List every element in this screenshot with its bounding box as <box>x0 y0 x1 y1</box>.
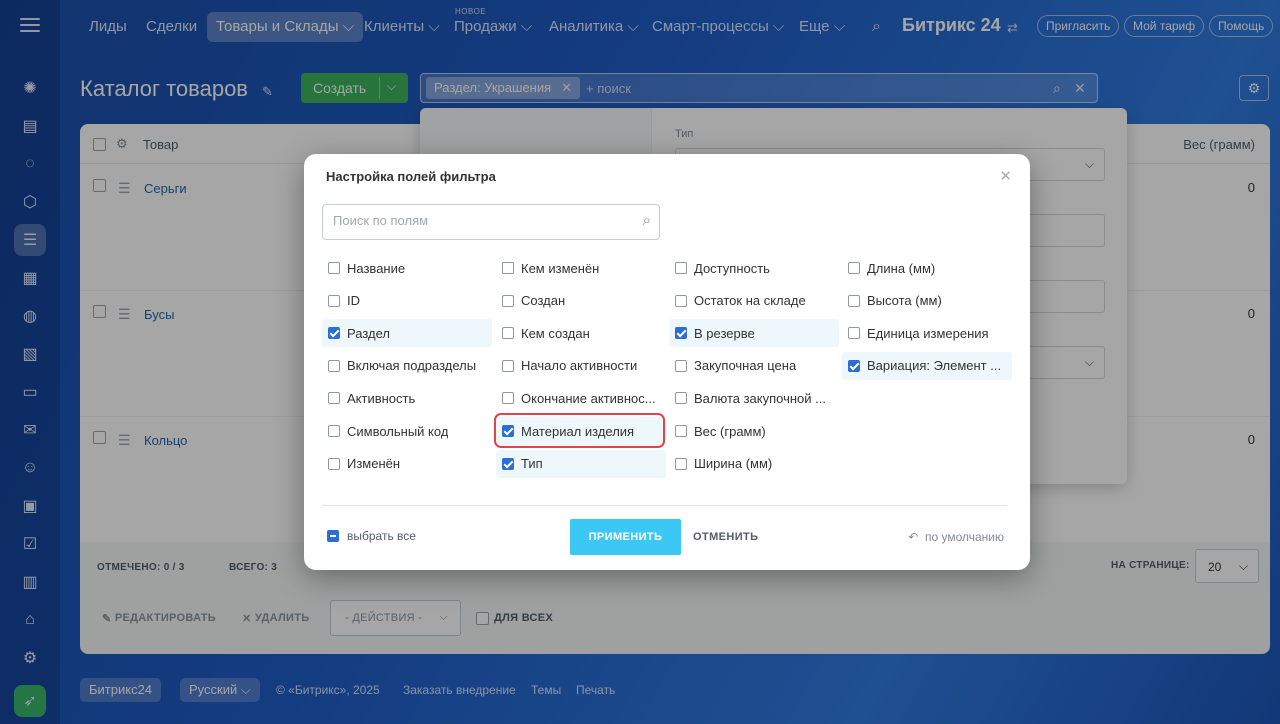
field-option[interactable]: Включая подразделы <box>322 352 492 380</box>
modal-title: Настройка полей фильтра <box>326 169 496 184</box>
field-checkbox[interactable] <box>328 359 340 372</box>
field-checkbox[interactable] <box>502 392 514 405</box>
field-option[interactable]: Валюта закупочной ... <box>669 384 839 412</box>
modal-divider <box>322 505 1007 506</box>
highlight-box <box>494 413 665 448</box>
field-option[interactable]: Кем создан <box>496 319 666 347</box>
field-label: Кем создан <box>521 325 590 341</box>
field-label: Создан <box>521 293 566 309</box>
field-option[interactable]: Закупочная цена <box>669 352 839 380</box>
field-option[interactable]: Символьный код <box>322 417 492 445</box>
field-option[interactable]: Активность <box>322 384 492 412</box>
field-checkbox[interactable] <box>328 392 340 405</box>
field-label: В резерве <box>694 325 755 341</box>
field-label: Включая подразделы <box>347 358 477 374</box>
field-label: Остаток на складе <box>694 293 806 309</box>
field-option[interactable]: Доступность <box>669 254 839 282</box>
field-checkbox[interactable] <box>848 359 860 372</box>
field-checkbox[interactable] <box>675 457 687 470</box>
field-search: ⌕ <box>322 204 660 240</box>
field-option[interactable]: Длина (мм) <box>842 254 1012 282</box>
field-option[interactable]: В резерве <box>669 319 839 348</box>
field-checkbox[interactable] <box>675 392 687 405</box>
field-option[interactable]: Изменён <box>322 450 492 478</box>
field-label: Длина (мм) <box>867 260 936 276</box>
field-label: Валюта закупочной ... <box>694 390 826 406</box>
field-checkbox[interactable] <box>502 359 514 372</box>
field-checkbox[interactable] <box>328 262 340 274</box>
field-checkbox[interactable] <box>675 262 687 274</box>
field-option[interactable]: Начало активности <box>496 352 666 380</box>
field-label: Вес (грамм) <box>694 423 766 439</box>
field-checkbox[interactable] <box>328 294 340 307</box>
field-label: Окончание активнос... <box>521 390 656 406</box>
field-label: Закупочная цена <box>694 358 797 374</box>
field-label: Раздел <box>347 325 390 341</box>
field-checkbox[interactable] <box>675 327 687 340</box>
default-label: по умолчанию <box>924 530 1004 544</box>
field-checkbox[interactable] <box>502 262 514 274</box>
field-option[interactable]: Высота (мм) <box>842 287 1012 315</box>
field-label: Вариация: Элемент ... <box>867 358 1002 374</box>
field-label: Символьный код <box>347 423 449 439</box>
field-label: Изменён <box>347 456 401 472</box>
field-option[interactable]: Кем изменён <box>496 254 666 282</box>
field-checkbox[interactable] <box>848 294 860 307</box>
field-option[interactable]: Окончание активнос... <box>496 384 666 412</box>
field-option[interactable]: ID <box>322 287 492 315</box>
field-option[interactable]: Ширина (мм) <box>669 450 839 478</box>
field-option[interactable]: Вес (грамм) <box>669 417 839 445</box>
field-label: Высота (мм) <box>867 293 942 309</box>
default-button[interactable]: ↶ по умолчанию <box>908 530 1004 544</box>
undo-icon: ↶ <box>908 530 919 544</box>
field-label: Активность <box>347 390 416 406</box>
field-search-input[interactable] <box>333 213 623 228</box>
field-label: Кем изменён <box>521 260 600 276</box>
field-checkbox[interactable] <box>502 294 514 307</box>
field-checkbox[interactable] <box>848 262 860 274</box>
close-icon[interactable]: ✕ <box>999 167 1012 185</box>
field-label: Тип <box>521 456 543 472</box>
field-label: Начало активности <box>521 358 638 374</box>
field-checkbox[interactable] <box>675 359 687 372</box>
field-label: Единица измерения <box>867 325 989 341</box>
select-all-label: выбрать все <box>347 529 416 543</box>
select-all-checkbox[interactable] <box>327 530 339 542</box>
field-option[interactable]: Название <box>322 254 492 282</box>
field-option[interactable]: Остаток на складе <box>669 287 839 315</box>
field-checkbox[interactable] <box>502 457 514 470</box>
field-label: Название <box>347 260 406 276</box>
field-label: ID <box>347 293 360 309</box>
field-checkbox[interactable] <box>675 425 687 437</box>
cancel-button[interactable]: ОТМЕНИТЬ <box>693 519 758 555</box>
field-checkbox[interactable] <box>502 327 514 340</box>
field-checkbox[interactable] <box>328 457 340 470</box>
field-checkbox[interactable] <box>328 327 340 340</box>
field-option[interactable]: Раздел <box>322 319 492 348</box>
field-option[interactable]: Создан <box>496 287 666 315</box>
field-option[interactable]: Вариация: Элемент ... <box>842 351 1012 380</box>
select-all-toggle[interactable]: выбрать все <box>327 529 416 543</box>
field-option[interactable]: Тип <box>496 449 666 478</box>
search-icon[interactable]: ⌕ <box>643 212 651 229</box>
apply-button[interactable]: ПРИМЕНИТЬ <box>570 519 681 555</box>
field-checkbox[interactable] <box>675 294 687 307</box>
filter-fields-modal: Настройка полей фильтра ✕ ⌕ Название ID Ра… <box>304 154 1030 570</box>
field-label: Доступность <box>694 260 770 276</box>
field-option[interactable]: Единица измерения <box>842 319 1012 347</box>
field-label: Ширина (мм) <box>694 456 773 472</box>
field-checkbox[interactable] <box>848 327 860 340</box>
field-checkbox[interactable] <box>328 425 340 437</box>
